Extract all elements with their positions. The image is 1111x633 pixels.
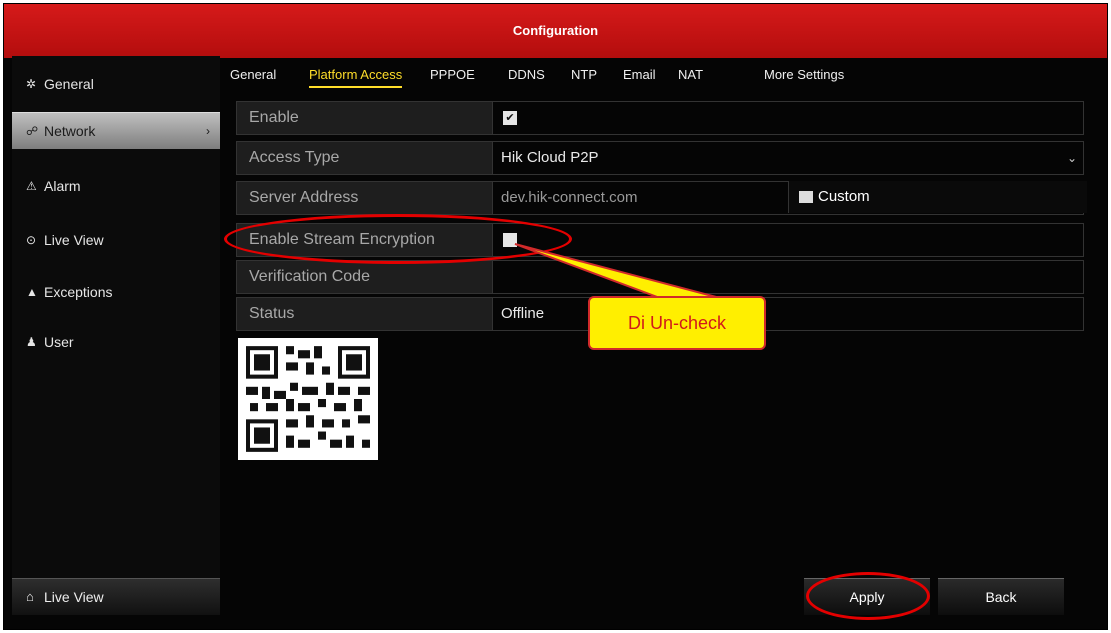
status-label: Status <box>249 305 295 322</box>
warning-icon: ▲ <box>26 285 38 299</box>
enable-value-cell: ✔ <box>492 102 1083 134</box>
sidebar-item-label: General <box>44 76 94 92</box>
sidebar-item-label: Exceptions <box>44 284 113 300</box>
alarm-icon: ⚠ <box>26 179 37 193</box>
chevron-down-icon: ⌄ <box>1066 151 1077 165</box>
tab-general[interactable]: General <box>230 62 276 88</box>
qr-code-image <box>238 338 378 460</box>
qr-code <box>238 338 378 460</box>
enable-checkbox[interactable]: ✔ <box>503 111 517 125</box>
enable-label: Enable <box>249 109 299 126</box>
sidebar-item-label: Live View <box>44 232 104 248</box>
live-view-label: Live View <box>44 589 104 605</box>
server-address-label: Server Address <box>249 189 359 206</box>
home-icon: ⌂ <box>26 589 34 604</box>
tab-email[interactable]: Email <box>623 62 656 88</box>
users-icon: ♟ <box>26 335 37 349</box>
custom-label: Custom <box>818 188 870 205</box>
sidebar-item-label: Alarm <box>44 178 81 194</box>
verification-code-label: Verification Code <box>249 268 370 285</box>
tab-ntp[interactable]: NTP <box>571 62 597 88</box>
sidebar-item-exceptions[interactable]: ▲ Exceptions <box>12 274 220 310</box>
sidebar-item-alarm[interactable]: ⚠ Alarm <box>12 168 220 204</box>
custom-option[interactable]: Custom <box>788 181 1087 213</box>
access-type-row: Access Type Hik Cloud P2P ⌄ <box>236 141 1084 175</box>
sidebar-item-live-view[interactable]: ⊙ Live View <box>12 222 220 258</box>
back-button[interactable]: Back <box>938 578 1064 615</box>
annotation-callout: Di Un-check <box>588 296 766 350</box>
tab-more-settings[interactable]: More Settings <box>764 62 844 88</box>
access-type-value: Hik Cloud P2P <box>501 149 599 166</box>
sidebar-item-user[interactable]: ♟ User <box>12 324 220 360</box>
tab-pppoe[interactable]: PPPOE <box>430 62 475 88</box>
access-type-select[interactable]: Hik Cloud P2P ⌄ <box>492 142 1083 174</box>
access-type-label: Access Type <box>249 149 340 166</box>
server-address-value: dev.hik-connect.com <box>501 189 638 206</box>
stream-encryption-cell <box>492 224 1083 256</box>
tab-platform-access[interactable]: Platform Access <box>309 62 403 88</box>
live-view-button[interactable]: ⌂ Live View <box>12 578 220 615</box>
enable-row: Enable ✔ <box>236 101 1084 135</box>
tab-ddns[interactable]: DDNS <box>508 62 545 88</box>
verification-code-row: Verification Code <box>236 260 1084 294</box>
annotation-ellipse-encryption <box>224 214 572 264</box>
annotation-ellipse-apply <box>806 572 930 620</box>
sidebar-item-general[interactable]: ✲ General <box>12 66 220 102</box>
chevron-right-icon: › <box>206 124 210 138</box>
eye-icon: ⊙ <box>26 233 37 247</box>
server-address-row: Server Address dev.hik-connect.com Custo… <box>236 181 1087 215</box>
tab-nat[interactable]: NAT <box>678 62 703 88</box>
sidebar-item-network[interactable]: ☍ Network › <box>12 112 220 149</box>
sidebar-item-label: User <box>44 334 74 350</box>
status-value: Offline <box>501 305 545 322</box>
gear-icon: ✲ <box>26 77 37 91</box>
status-cell: Offline <box>492 298 1083 330</box>
verification-code-input[interactable] <box>492 261 1083 293</box>
sidebar-item-label: Network <box>44 123 96 139</box>
sidebar: ✲ General ☍ Network › ⚠ Alarm ⊙ Live Vie… <box>12 56 220 601</box>
window-title: Configuration <box>4 4 1107 58</box>
custom-checkbox[interactable] <box>799 191 813 203</box>
server-address-cell: dev.hik-connect.com Custom <box>492 181 1087 214</box>
network-icon: ☍ <box>26 124 39 138</box>
